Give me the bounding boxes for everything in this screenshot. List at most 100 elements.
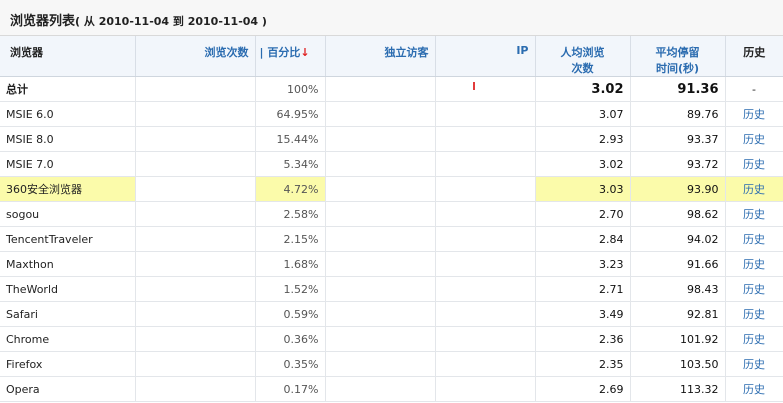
row-ip-redacted bbox=[435, 76, 536, 102]
row-unique-redacted bbox=[325, 201, 436, 227]
row-history-none: - bbox=[725, 76, 783, 102]
row-visits-redacted bbox=[135, 201, 256, 227]
row-per-person: 3.03 bbox=[535, 176, 631, 202]
row-ip-redacted bbox=[435, 351, 536, 377]
col-header-ip[interactable]: IP bbox=[435, 36, 536, 77]
panel-title: 浏览器列表( 从 2010-11-04 到 2010-11-04 ) bbox=[0, 0, 783, 36]
row-per-person: 3.07 bbox=[535, 101, 631, 127]
history-link[interactable]: 历史 bbox=[725, 201, 783, 227]
row-visits-redacted bbox=[135, 226, 256, 252]
row-percent: 0.17% bbox=[255, 376, 326, 402]
history-link[interactable]: 历史 bbox=[725, 376, 783, 402]
row-unique-redacted bbox=[325, 151, 436, 177]
row-per-person: 2.36 bbox=[535, 326, 631, 352]
row-per-person: 2.35 bbox=[535, 351, 631, 377]
row-name: Firefox bbox=[0, 351, 136, 377]
row-ip-redacted bbox=[435, 101, 536, 127]
history-link[interactable]: 历史 bbox=[725, 276, 783, 302]
table-row: MSIE 6.0 64.95% 3.07 89.76 历史 bbox=[0, 101, 783, 127]
red-tick-mark bbox=[473, 82, 475, 90]
sort-desc-icon: ↓ bbox=[300, 46, 310, 59]
row-unique-redacted bbox=[325, 76, 436, 102]
row-visits-redacted bbox=[135, 276, 256, 302]
row-percent: 15.44% bbox=[255, 126, 326, 152]
history-link[interactable]: 历史 bbox=[725, 251, 783, 277]
row-avg-time: 93.90 bbox=[630, 176, 726, 202]
history-link[interactable]: 历史 bbox=[725, 301, 783, 327]
row-percent: 0.36% bbox=[255, 326, 326, 352]
row-unique-redacted bbox=[325, 326, 436, 352]
table-row: MSIE 7.0 5.34% 3.02 93.72 历史 bbox=[0, 151, 783, 177]
table-row: Firefox 0.35% 2.35 103.50 历史 bbox=[0, 351, 783, 377]
row-avg-time: 94.02 bbox=[630, 226, 726, 252]
row-percent: 0.35% bbox=[255, 351, 326, 377]
row-percent: 100% bbox=[255, 76, 326, 102]
panel-title-main: 浏览器列表 bbox=[10, 14, 76, 29]
row-name: 360安全浏览器 bbox=[0, 176, 136, 202]
table-header-row: 浏览器 浏览次数 | 百分比↓ 独立访客 IP 人均浏览 次数 平均停留 时间(秒)… bbox=[0, 36, 783, 77]
row-avg-time: 89.76 bbox=[630, 101, 726, 127]
row-unique-redacted bbox=[325, 101, 436, 127]
history-link[interactable]: 历史 bbox=[725, 351, 783, 377]
table-row: Safari 0.59% 3.49 92.81 历史 bbox=[0, 301, 783, 327]
row-ip-redacted bbox=[435, 201, 536, 227]
col-header-unique-visitors[interactable]: 独立访客 bbox=[325, 36, 436, 77]
history-link[interactable]: 历史 bbox=[725, 176, 783, 202]
table-row-highlighted: 360安全浏览器 4.72% 3.03 93.90 历史 bbox=[0, 176, 783, 202]
history-link[interactable]: 历史 bbox=[725, 326, 783, 352]
history-link[interactable]: 历史 bbox=[725, 101, 783, 127]
col-header-per-person-line2: 次数 bbox=[571, 62, 594, 75]
row-visits-redacted bbox=[135, 151, 256, 177]
row-per-person: 3.49 bbox=[535, 301, 631, 327]
row-name: 总计 bbox=[0, 76, 136, 102]
row-per-person: 2.69 bbox=[535, 376, 631, 402]
col-header-visits[interactable]: 浏览次数 bbox=[135, 36, 256, 77]
col-header-percent[interactable]: | 百分比↓ bbox=[255, 36, 326, 77]
row-percent: 1.68% bbox=[255, 251, 326, 277]
row-name: Safari bbox=[0, 301, 136, 327]
row-avg-time: 103.50 bbox=[630, 351, 726, 377]
row-per-person: 2.71 bbox=[535, 276, 631, 302]
row-unique-redacted bbox=[325, 376, 436, 402]
history-link[interactable]: 历史 bbox=[725, 126, 783, 152]
row-percent: 5.34% bbox=[255, 151, 326, 177]
col-header-per-person-line1: 人均浏览 bbox=[560, 46, 605, 59]
row-avg-time: 93.72 bbox=[630, 151, 726, 177]
table-row: sogou 2.58% 2.70 98.62 历史 bbox=[0, 201, 783, 227]
table-row: Maxthon 1.68% 3.23 91.66 历史 bbox=[0, 251, 783, 277]
row-visits-redacted bbox=[135, 376, 256, 402]
row-ip-redacted bbox=[435, 176, 536, 202]
row-name: sogou bbox=[0, 201, 136, 227]
date-range: ( 从 2010-11-04 到 2010-11-04 ) bbox=[75, 15, 267, 28]
table-row: MSIE 8.0 15.44% 2.93 93.37 历史 bbox=[0, 126, 783, 152]
col-header-percent-label: | 百分比 bbox=[259, 46, 301, 59]
row-ip-redacted bbox=[435, 376, 536, 402]
row-percent: 2.58% bbox=[255, 201, 326, 227]
row-ip-redacted bbox=[435, 251, 536, 277]
row-ip-redacted bbox=[435, 301, 536, 327]
row-per-person: 2.93 bbox=[535, 126, 631, 152]
row-visits-redacted bbox=[135, 351, 256, 377]
table-row-total: 总计 100% 3.02 91.36 - bbox=[0, 76, 783, 102]
row-per-person: 3.02 bbox=[535, 76, 631, 102]
row-name: MSIE 6.0 bbox=[0, 101, 136, 127]
browser-stats-panel: 浏览器列表( 从 2010-11-04 到 2010-11-04 ) 浏览器 浏… bbox=[0, 0, 783, 403]
row-unique-redacted bbox=[325, 351, 436, 377]
row-percent: 4.72% bbox=[255, 176, 326, 202]
row-avg-time: 91.36 bbox=[630, 76, 726, 102]
row-unique-redacted bbox=[325, 226, 436, 252]
row-name: Maxthon bbox=[0, 251, 136, 277]
row-percent: 1.52% bbox=[255, 276, 326, 302]
row-avg-time: 98.62 bbox=[630, 201, 726, 227]
table-row: Chrome 0.36% 2.36 101.92 历史 bbox=[0, 326, 783, 352]
row-ip-redacted bbox=[435, 151, 536, 177]
row-avg-time: 93.37 bbox=[630, 126, 726, 152]
row-avg-time: 91.66 bbox=[630, 251, 726, 277]
row-name: MSIE 8.0 bbox=[0, 126, 136, 152]
history-link[interactable]: 历史 bbox=[725, 151, 783, 177]
col-header-per-person[interactable]: 人均浏览 次数 bbox=[535, 36, 631, 77]
table-row: TheWorld 1.52% 2.71 98.43 历史 bbox=[0, 276, 783, 302]
col-header-avg-time[interactable]: 平均停留 时间(秒) bbox=[630, 36, 726, 77]
history-link[interactable]: 历史 bbox=[725, 226, 783, 252]
row-name: TencentTraveler bbox=[0, 226, 136, 252]
